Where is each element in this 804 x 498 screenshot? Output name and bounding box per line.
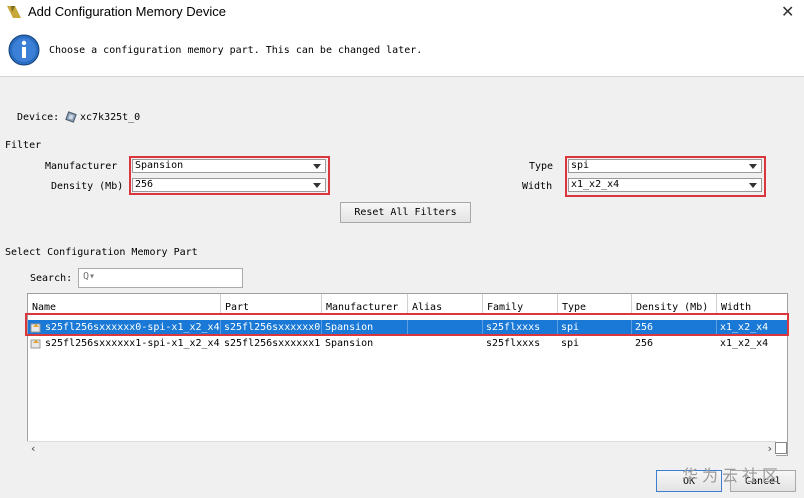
horizontal-scrollbar[interactable]: ‹ ›	[27, 441, 776, 456]
vivado-logo-icon	[6, 4, 22, 23]
cell-part: s25fl256sxxxxxx1	[224, 338, 321, 349]
table-row[interactable]: s25fl256sxxxxxx1-spi-x1_x2_x4 s25fl256sx…	[28, 336, 787, 352]
scroll-left-icon[interactable]: ‹	[30, 442, 37, 455]
watermark-text: 华为云社区	[682, 466, 783, 485]
scroll-right-icon[interactable]: ›	[766, 442, 773, 455]
highlight-box-left	[129, 156, 330, 195]
info-message: Choose a configuration memory part. This…	[49, 45, 423, 56]
corner-icon[interactable]	[775, 442, 787, 454]
device-label: Device:	[17, 112, 60, 123]
window-title: Add Configuration Memory Device	[28, 4, 226, 19]
density-label: Density (Mb)	[51, 181, 124, 192]
search-icon: Q▾	[83, 271, 96, 282]
filter-section-label: Filter	[5, 140, 42, 151]
cell-manufacturer: Spansion	[325, 338, 374, 349]
cell-family: s25flxxxs	[486, 338, 541, 349]
cell-density: 256	[635, 338, 654, 349]
cell-alias	[408, 336, 483, 352]
type-label: Type	[529, 161, 554, 172]
cell-width: x1_x2_x4	[720, 338, 769, 349]
column-header-part[interactable]: Part	[221, 294, 322, 314]
column-header-density[interactable]: Density (Mb)	[632, 294, 717, 314]
memory-part-icon	[30, 338, 42, 353]
column-header-alias[interactable]: Alias	[408, 294, 483, 314]
reset-filters-button[interactable]: Reset All Filters	[340, 202, 471, 223]
highlight-box-right	[565, 156, 766, 197]
highlight-box-row	[25, 313, 789, 336]
column-header-manufacturer[interactable]: Manufacturer	[322, 294, 408, 314]
device-value: xc7k325t_0	[80, 112, 141, 123]
search-input[interactable]: Q▾	[78, 268, 243, 288]
chip-icon	[64, 110, 78, 127]
column-header-family[interactable]: Family	[483, 294, 558, 314]
manufacturer-label: Manufacturer	[45, 161, 118, 172]
column-header-width[interactable]: Width	[717, 294, 787, 314]
column-header-type[interactable]: Type	[558, 294, 632, 314]
search-label: Search:	[30, 273, 73, 284]
info-icon	[8, 34, 40, 69]
column-header-name[interactable]: Name	[28, 294, 221, 314]
close-icon[interactable]: ✕	[781, 2, 794, 22]
cell-type: spi	[561, 338, 580, 349]
select-section-label: Select Configuration Memory Part	[5, 247, 198, 258]
width-label: Width	[522, 181, 553, 192]
cell-name: s25fl256sxxxxxx1-spi-x1_x2_x4	[45, 338, 220, 349]
